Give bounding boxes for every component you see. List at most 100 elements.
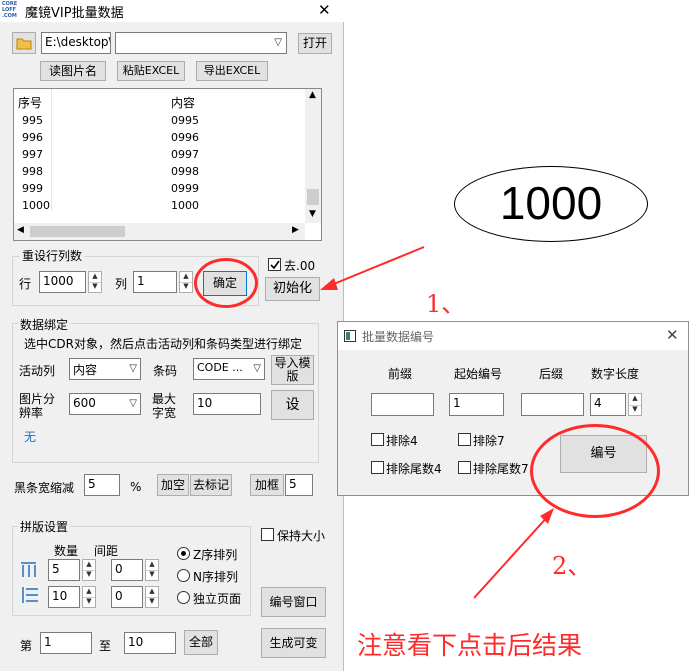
scroll-down-icon[interactable]: ▼ (309, 209, 316, 219)
from-input[interactable]: 1 (40, 632, 92, 654)
single-page-radio[interactable] (177, 591, 190, 604)
row-content: 0997 (171, 148, 199, 161)
spin-down-icon[interactable]: ▼ (83, 570, 95, 580)
digits-label: 数字长度 (591, 367, 640, 381)
resolution-select[interactable]: 600 ▽ (69, 393, 141, 415)
row-count-spinner[interactable]: ▲ ▼ (88, 271, 102, 293)
spin-down-icon[interactable]: ▼ (146, 570, 158, 580)
suffix-input[interactable] (521, 393, 584, 416)
chevron-down-icon: ▽ (129, 398, 137, 409)
exclude-tail4-checkbox[interactable] (371, 461, 384, 474)
col-count-spinner[interactable]: ▲ ▼ (179, 271, 193, 293)
qty-columns-spinner[interactable]: ▲ ▼ (82, 559, 96, 581)
preview-ellipse: 1000 (454, 166, 648, 242)
space-rows-spinner[interactable]: ▲ ▼ (145, 586, 159, 608)
qty-rows-input[interactable]: 10 (48, 586, 80, 608)
open-button[interactable]: 打开 (298, 33, 332, 54)
path-input[interactable]: E:\desktop\ (41, 32, 111, 54)
scroll-right-icon[interactable]: ▶ (292, 225, 299, 235)
keep-size-label: 保持大小 (277, 529, 326, 543)
spin-down-icon[interactable]: ▼ (629, 405, 641, 416)
from-label: 第 (20, 639, 33, 653)
folder-open-button[interactable] (12, 32, 36, 54)
chevron-down-icon: ▽ (129, 363, 137, 374)
imposition-group-label: 拼版设置 (18, 518, 71, 535)
table-row[interactable]: 998 0998 (14, 164, 304, 181)
exclude4-label: 排除4 (386, 434, 418, 448)
space-columns-spinner[interactable]: ▲ ▼ (145, 559, 159, 581)
bar-shrink-input[interactable]: 5 (84, 474, 120, 496)
row-index: 998 (22, 165, 43, 178)
barcode-select[interactable]: CODE ... ▽ (193, 358, 265, 380)
row-index: 995 (22, 114, 43, 127)
import-template-button[interactable]: 导入模版 (271, 355, 314, 385)
init-button[interactable]: 初始化 (265, 277, 320, 301)
remove-mark-button[interactable]: 去标记 (190, 474, 232, 496)
add-frame-button[interactable]: 加框 (250, 474, 284, 496)
data-table[interactable]: 序号 内容 995 0995 996 0996 997 0997 998 099… (13, 88, 322, 241)
paste-excel-button[interactable]: 粘贴EXCEL (117, 61, 185, 81)
generate-variable-button[interactable]: 生成可变 (261, 628, 326, 658)
keep-size-checkbox[interactable] (261, 528, 274, 541)
vertical-scrollbar[interactable]: ▲ ▼ (305, 89, 321, 223)
step1-annotation: 1、 (426, 290, 466, 318)
dialog-title: 批量数据编号 (362, 330, 435, 344)
table-row[interactable]: 1000 1000 (14, 198, 304, 215)
scroll-left-icon[interactable]: ◀ (17, 225, 24, 235)
table-header-index[interactable]: 序号 (18, 94, 42, 111)
start-number-input[interactable]: 1 (449, 393, 504, 416)
set-button[interactable]: 设 (271, 390, 314, 420)
col-count-input[interactable]: 1 (133, 271, 177, 293)
single-page-label: 独立页面 (193, 592, 242, 606)
table-row[interactable]: 999 0999 (14, 181, 304, 198)
all-button[interactable]: 全部 (184, 630, 218, 655)
columns-icon (21, 562, 36, 577)
table-row[interactable]: 995 0995 (14, 113, 304, 130)
to-label: 至 (99, 639, 112, 653)
max-width-input[interactable]: 10 (193, 393, 261, 415)
spin-down-icon[interactable]: ▼ (83, 597, 95, 607)
row-content: 1000 (171, 199, 199, 212)
remove00-checkbox[interactable] (268, 258, 281, 271)
z-order-radio[interactable] (177, 547, 190, 560)
row-index: 1000 (22, 199, 50, 212)
spin-down-icon[interactable]: ▼ (89, 282, 101, 292)
status-text: 无 (24, 430, 37, 444)
n-order-radio[interactable] (177, 569, 190, 582)
digits-spinner[interactable]: ▲ ▼ (628, 393, 642, 416)
add-space-button[interactable]: 加空 (157, 474, 189, 496)
table-row[interactable]: 996 0996 (14, 130, 304, 147)
row-index: 999 (22, 182, 43, 195)
qty-columns-input[interactable]: 5 (48, 559, 80, 581)
row-count-input[interactable]: 1000 (39, 271, 86, 293)
to-input[interactable]: 10 (124, 632, 176, 654)
space-columns-input[interactable]: 0 (111, 559, 143, 581)
dialog-close-icon[interactable]: ✕ (666, 326, 679, 344)
app-logo: CORE LOFF .COM (2, 1, 18, 19)
frame-input[interactable]: 5 (285, 474, 313, 496)
arrow-annotation-2 (473, 508, 554, 599)
read-image-names-button[interactable]: 读图片名 (40, 61, 106, 81)
table-header-content[interactable]: 内容 (171, 94, 195, 111)
spacing-label: 间距 (94, 544, 119, 558)
spin-down-icon[interactable]: ▼ (180, 282, 192, 292)
exclude7-checkbox[interactable] (458, 433, 471, 446)
spin-down-icon[interactable]: ▼ (146, 597, 158, 607)
exclude4-checkbox[interactable] (371, 433, 384, 446)
qty-rows-spinner[interactable]: ▲ ▼ (82, 586, 96, 608)
horizontal-scrollbar[interactable]: ◀ ▶ (14, 223, 305, 240)
file-combo[interactable]: ▽ (115, 32, 287, 54)
space-rows-input[interactable]: 0 (111, 586, 143, 608)
prefix-input[interactable] (371, 393, 434, 416)
active-col-select[interactable]: 内容 ▽ (69, 358, 141, 380)
h-scroll-thumb[interactable] (30, 226, 125, 237)
scroll-thumb[interactable] (307, 189, 319, 205)
numbering-window-button[interactable]: 编号窗口 (261, 587, 326, 617)
resolution-label: 图片分辨率 (19, 392, 56, 420)
exclude-tail7-checkbox[interactable] (458, 461, 471, 474)
scroll-up-icon[interactable]: ▲ (309, 90, 316, 100)
table-row[interactable]: 997 0997 (14, 147, 304, 164)
close-icon[interactable]: ✕ (318, 1, 331, 19)
digits-input[interactable]: 4 (590, 393, 626, 416)
export-excel-button[interactable]: 导出EXCEL (196, 61, 268, 81)
